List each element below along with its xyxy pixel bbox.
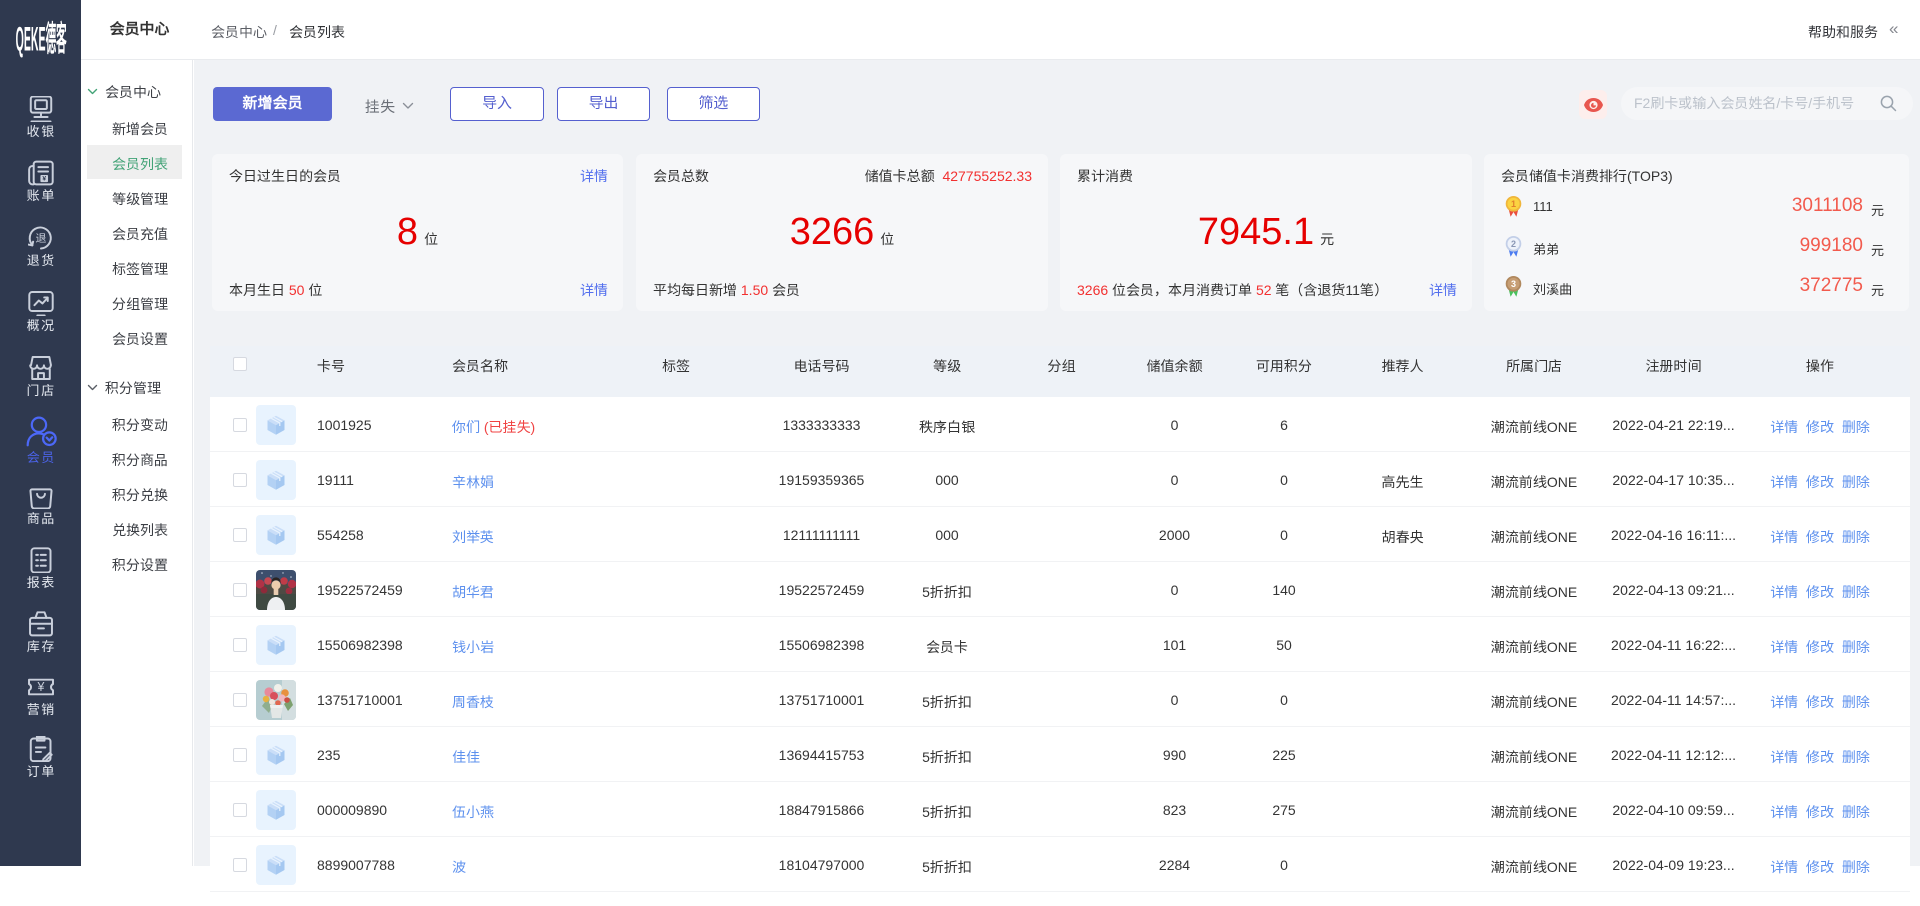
svg-text:退: 退 <box>35 230 46 246</box>
svg-text:3: 3 <box>1511 279 1516 289</box>
svg-text:¥: ¥ <box>42 176 46 183</box>
svg-text:2: 2 <box>1511 239 1516 249</box>
svg-text:¥: ¥ <box>36 680 44 694</box>
svg-text:1: 1 <box>1511 199 1516 209</box>
